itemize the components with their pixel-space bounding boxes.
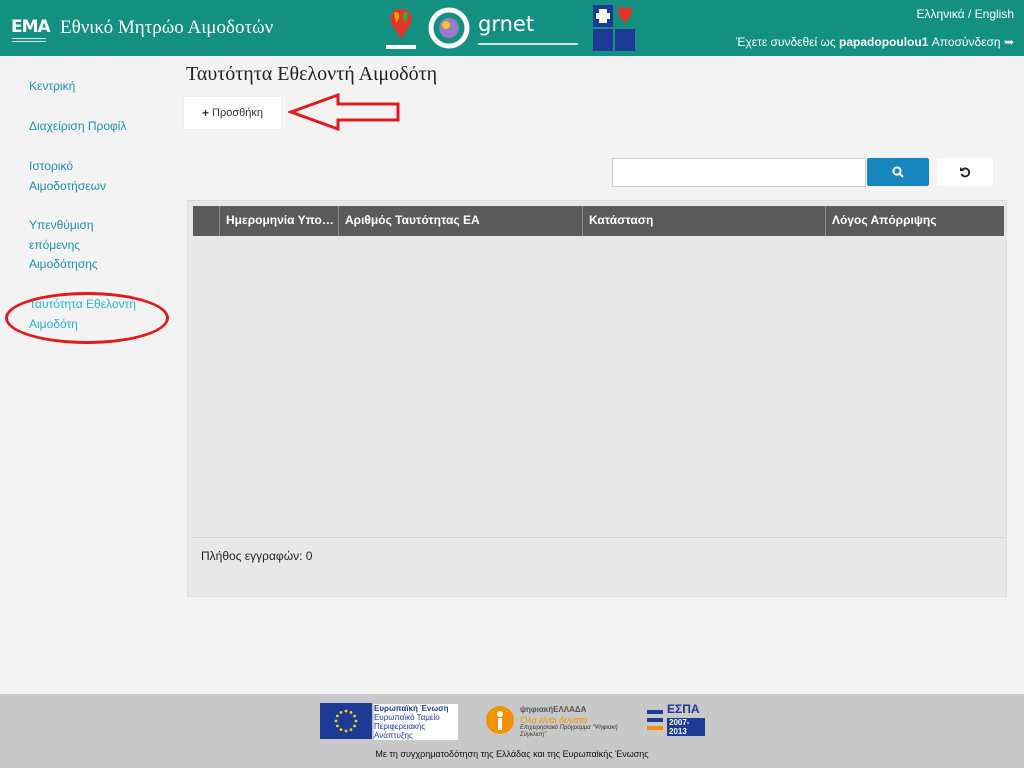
search-input[interactable] <box>612 158 866 187</box>
record-count: Πλήθος εγγραφών: 0 <box>201 549 313 563</box>
eu-fund-text: Ευρωπαϊκή Ένωση Ευρωπαϊκό Ταμείο Περιφερ… <box>374 704 458 740</box>
grnet-text: grnet <box>478 12 535 36</box>
grid-header-status[interactable]: Κατάσταση <box>583 206 826 236</box>
digital-greece-icon <box>486 706 514 734</box>
grid-header-rejection-reason[interactable]: Λόγος Απόρριψης <box>826 206 1004 236</box>
grid-header-select[interactable] <box>193 206 220 236</box>
cofunding-note: Με τη συγχρηματοδότηση της Ελλάδας και τ… <box>375 749 649 759</box>
search-icon <box>892 166 904 178</box>
top-header: EMA Εθνικό Μητρώο Αιμοδοτών grnet Ελληνι… <box>0 0 1024 56</box>
annotation-arrow <box>288 92 400 132</box>
footer: Ευρωπαϊκή Ένωση Ευρωπαϊκό Ταμείο Περιφερ… <box>0 694 1024 768</box>
grid-header-row: Ημερομηνία Υποβ… Αριθμός Ταυτότητας ΕΑ Κ… <box>193 206 1004 236</box>
grnet-swirl-icon <box>428 7 470 49</box>
sidebar-item-donation-history[interactable]: Ιστορικό Αιμοδοτήσεων <box>29 157 129 196</box>
lang-english-link[interactable]: English <box>975 7 1014 21</box>
ekea-logo <box>386 9 416 49</box>
refresh-icon <box>960 167 971 178</box>
health-ministry-logo <box>593 5 635 51</box>
add-button-label: Προσθήκη <box>212 107 263 119</box>
grnet-logo: grnet <box>424 3 580 53</box>
espa-years: 2007-2013 <box>667 718 705 736</box>
ema-logo[interactable]: EMA <box>11 14 51 46</box>
annotation-circle <box>5 292 169 344</box>
lang-separator: / <box>967 7 972 21</box>
sidebar-item-next-donation-reminder[interactable]: Υπενθύμιση επόμενης Αιμοδότησης <box>29 216 119 275</box>
logged-in-label: Έχετε συνδεθεί ως <box>736 35 836 49</box>
digital-brand: ψηφιακήΕΛΛΑΔΑ <box>520 705 587 714</box>
espa-text: ΕΣΠΑ <box>667 702 700 716</box>
digital-greece-logo: ψηφιακήΕΛΛΑΔΑ Όλα είναι δυνατά Επιχειρησ… <box>484 702 618 738</box>
app-title: Εθνικό Μητρώο Αιμοδοτών <box>60 17 274 38</box>
logout-icon: ➥ <box>1003 35 1014 49</box>
digital-program: Επιχειρησιακό Πρόγραμμα "Ψηφιακή Σύγκλισ… <box>520 725 618 738</box>
grid-header-id-number[interactable]: Αριθμός Ταυτότητας ΕΑ <box>339 206 583 236</box>
page-title: Ταυτότητα Εθελοντή Αιμοδότη <box>186 63 438 85</box>
logout-link[interactable]: Αποσύνδεση ➥ <box>932 35 1014 49</box>
eu-flag-icon <box>320 703 372 739</box>
username: papadopoulou1 <box>839 35 929 49</box>
sidebar-item-home[interactable]: Κεντρική <box>29 77 169 97</box>
reset-button[interactable] <box>937 158 993 186</box>
plus-icon: + <box>202 106 210 120</box>
sidebar-item-profile[interactable]: Διαχείριση Προφίλ <box>29 117 169 137</box>
user-info: Έχετε συνδεθεί ως papadopoulou1 Αποσύνδε… <box>736 35 1014 49</box>
language-switch: Ελληνικά / English <box>916 7 1014 21</box>
grid-header-submit-date[interactable]: Ημερομηνία Υποβ… <box>220 206 339 236</box>
digital-slogan: Όλα είναι δυνατά <box>520 715 588 725</box>
add-button[interactable]: + Προσθήκη <box>183 96 282 130</box>
logo-text: EMA <box>11 17 51 37</box>
espa-logo: ΕΣΠΑ 2007-2013 <box>647 702 705 738</box>
lang-greek-link[interactable]: Ελληνικά <box>916 7 964 21</box>
records-grid: Ημερομηνία Υποβ… Αριθμός Ταυτότητας ΕΑ Κ… <box>187 200 1007 597</box>
search-button[interactable] <box>867 158 929 186</box>
espa-icon <box>647 710 663 730</box>
